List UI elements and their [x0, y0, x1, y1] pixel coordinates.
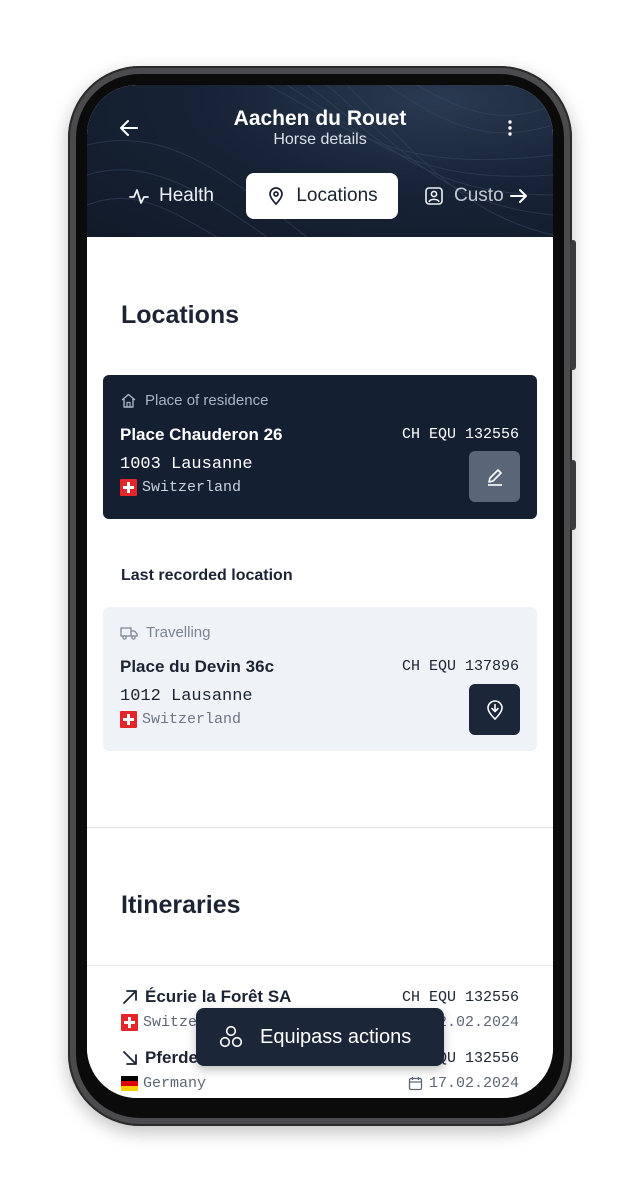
last-recorded-street: Place du Devin 36c — [120, 657, 275, 676]
edit-pencil-icon — [487, 468, 502, 486]
activity-icon — [129, 189, 149, 204]
last-recorded-equ-id: CH EQU 137896 — [401, 658, 519, 675]
residence-equ-id: CH EQU 132556 — [401, 426, 519, 443]
last-recorded-country: Switzerland — [120, 711, 241, 728]
page-subtitle: Horse details — [273, 131, 367, 148]
residence-city: 1003 Lausanne — [120, 455, 253, 474]
last-recorded-card: Travelling Place du Devin 36c CH EQU 137… — [103, 607, 537, 751]
tabs-scroll-right-button[interactable] — [507, 184, 531, 208]
tab-custodians-label: Custo — [454, 185, 504, 206]
residence-card: Place of residence Place Chauderon 26 CH… — [103, 375, 537, 519]
swiss-flag-icon — [120, 711, 137, 728]
equipass-actions-button[interactable]: Equipass actions — [196, 1008, 444, 1066]
itineraries-divider — [87, 965, 553, 966]
arrow-down-right-icon — [123, 1051, 137, 1065]
map-pin-icon — [269, 187, 284, 206]
truck-icon — [120, 627, 138, 640]
volume-button — [570, 240, 576, 370]
app-header: Aachen du Rouet Horse details Health Loc… — [87, 85, 553, 237]
last-recorded-heading: Last recorded location — [121, 567, 293, 584]
last-recorded-kind-label: Travelling — [146, 624, 211, 641]
location-action-button[interactable] — [469, 684, 520, 735]
last-recorded-city: 1012 Lausanne — [120, 687, 253, 706]
arrow-right-icon — [510, 189, 527, 203]
residence-country-label: Switzerland — [142, 479, 242, 496]
residence-country: Switzerland — [120, 479, 241, 496]
itinerary-name: Écurie la Forêt SA — [121, 987, 291, 1007]
circles-icon — [219, 1025, 243, 1048]
itinerary-equ-id: QU 132556 — [437, 1050, 519, 1067]
german-flag-icon — [121, 1076, 138, 1091]
app-screen: Aachen du Rouet Horse details Health Loc… — [87, 85, 553, 1098]
itinerary-date-label: 17.02.2024 — [428, 1075, 519, 1092]
itinerary-country: Germany — [121, 1075, 206, 1092]
edit-residence-button[interactable] — [469, 451, 520, 502]
residence-street: Place Chauderon 26 — [120, 425, 283, 444]
section-divider — [87, 827, 553, 828]
last-recorded-kind: Travelling — [120, 624, 210, 641]
more-vertical-icon — [508, 120, 512, 136]
itinerary-name-label: Écurie la Forêt SA — [145, 987, 292, 1006]
swiss-flag-icon — [120, 479, 137, 496]
itinerary-name: Pferde — [121, 1048, 198, 1068]
itinerary-date-label: 2.02.2024 — [437, 1014, 519, 1031]
itinerary-equ-id: CH EQU 132556 — [401, 989, 519, 1006]
residence-kind: Place of residence — [120, 392, 268, 409]
calendar-icon — [408, 1077, 423, 1091]
more-menu-button[interactable] — [503, 117, 517, 139]
itinerary-country: Switze — [121, 1014, 197, 1031]
power-button — [570, 460, 576, 530]
arrow-up-right-icon — [123, 990, 137, 1004]
page-title: Aachen du Rouet — [233, 107, 407, 130]
content-area: Locations Place of residence Place Chaud… — [87, 237, 553, 1098]
tab-locations-label: Locations — [296, 185, 378, 206]
residence-kind-label: Place of residence — [145, 392, 269, 409]
equipass-actions-label: Equipass actions — [260, 1025, 412, 1048]
itinerary-name-label: Pferde — [145, 1048, 198, 1067]
swiss-flag-icon — [121, 1014, 138, 1031]
itinerary-country-label: Germany — [143, 1075, 207, 1092]
itinerary-country-label: Switze — [143, 1014, 198, 1031]
tab-health-label: Health — [159, 185, 214, 206]
locations-heading: Locations — [121, 301, 240, 329]
itinerary-date: 2.02.2024 — [438, 1014, 519, 1031]
itineraries-heading: Itineraries — [121, 891, 241, 919]
user-badge-icon — [425, 187, 443, 205]
tab-locations[interactable]: Locations — [246, 173, 398, 219]
itinerary-date: 17.02.2024 — [408, 1075, 519, 1092]
home-icon — [121, 393, 136, 408]
last-recorded-country-label: Switzerland — [142, 711, 242, 728]
location-download-icon — [486, 699, 503, 720]
